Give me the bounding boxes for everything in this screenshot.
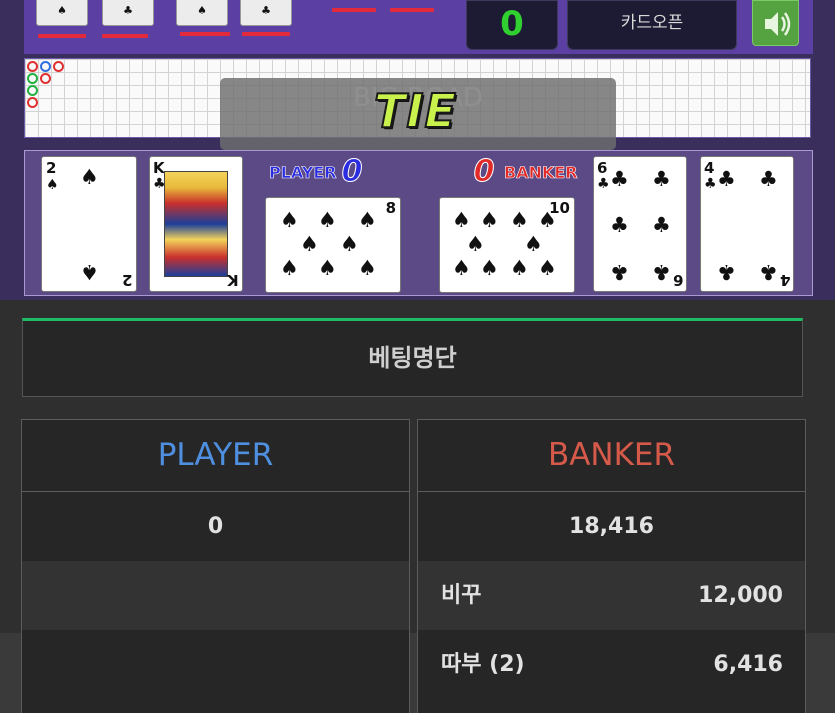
card-rank: 4 bbox=[779, 271, 790, 289]
previous-card-4: ♣ bbox=[240, 0, 292, 26]
player-bets-heading: PLAYER bbox=[22, 420, 409, 492]
spade-icon: ♠ bbox=[452, 208, 471, 232]
road-result-dot bbox=[27, 85, 38, 96]
sound-toggle-button[interactable] bbox=[752, 0, 799, 46]
banker-card-3: 4 ♣ ♣ ♣ ♣ ♣ 4 bbox=[700, 156, 794, 292]
club-icon: ♣ bbox=[597, 176, 610, 192]
spade-icon: ♠ bbox=[480, 208, 499, 232]
spade-icon: ♠ bbox=[510, 256, 529, 280]
banker-bets-heading: BANKER bbox=[418, 420, 805, 492]
spade-icon: ♠ bbox=[510, 208, 529, 232]
result-marker bbox=[332, 8, 376, 12]
previous-card-2: ♣ bbox=[102, 0, 154, 26]
club-icon: ♣ bbox=[610, 167, 629, 191]
player-label: PLAYER bbox=[269, 163, 337, 183]
club-icon: ♣ bbox=[759, 260, 778, 284]
player-score: 0 bbox=[341, 154, 363, 189]
spade-icon: ♠ bbox=[46, 177, 59, 193]
card-rank: 4 bbox=[704, 159, 715, 177]
card-table: 2 ♠ ♠ ♠ 2 K ♣ K PLAYER 0 8 ♠ ♠ ♠ ♠ ♠ ♠ ♠… bbox=[24, 150, 813, 296]
bet-amount: 12,000 bbox=[698, 583, 783, 608]
road-result-dot bbox=[40, 61, 51, 72]
card-rank: 2 bbox=[121, 271, 132, 289]
card-rank: K bbox=[153, 159, 165, 177]
card-rank: 2 bbox=[46, 159, 57, 177]
club-icon: ♣ bbox=[610, 213, 629, 237]
spade-icon: ♠ bbox=[524, 232, 543, 256]
card-rank: 6 bbox=[597, 159, 608, 177]
spade-icon: ♠ bbox=[466, 232, 485, 256]
banker-label: BANKER bbox=[504, 163, 578, 183]
result-marker bbox=[38, 34, 86, 38]
king-face-image bbox=[164, 171, 228, 277]
club-icon: ♣ bbox=[610, 260, 629, 284]
banker-bets-total-row: 18,416 bbox=[418, 492, 805, 561]
baccarat-game-area: ♠ ♣ ♠ ♣ 0 카드오픈 2 ♠ ♠ ♠ 2 K ♣ K PLAYER 0 … bbox=[0, 0, 835, 300]
player-card-2: K ♣ K bbox=[149, 156, 243, 292]
previous-card-3: ♠ bbox=[176, 0, 228, 26]
road-result-dot bbox=[27, 97, 38, 108]
club-icon: ♣ bbox=[652, 213, 671, 237]
spade-icon: ♠ bbox=[480, 256, 499, 280]
banker-card-2: 6 ♣ ♣ ♣ ♣ ♣ ♣ ♣ 6 bbox=[593, 156, 687, 292]
spade-icon: ♠ bbox=[318, 256, 337, 280]
card-open-button[interactable]: 카드오픈 bbox=[567, 0, 737, 50]
club-icon: ♣ bbox=[704, 176, 717, 192]
road-result-dot bbox=[53, 61, 64, 72]
banker-bets-total: 18,416 bbox=[569, 514, 654, 539]
player-bets-total-row: 0 bbox=[22, 492, 409, 561]
table-row: 비꾸 12,000 bbox=[418, 561, 805, 630]
card-rank: 6 bbox=[672, 271, 683, 289]
result-marker bbox=[390, 8, 434, 12]
spade-icon: ♠ bbox=[538, 256, 557, 280]
card-rank: 8 bbox=[385, 199, 396, 217]
club-icon: ♣ bbox=[717, 260, 736, 284]
bet-amount: 6,416 bbox=[713, 652, 783, 677]
tie-result-banner: TIE bbox=[373, 83, 457, 139]
spade-icon: ♠ bbox=[358, 208, 377, 232]
table-row bbox=[22, 630, 409, 699]
table-row: 따부 (2) 6,416 bbox=[418, 630, 805, 699]
previous-card-1: ♠ bbox=[36, 0, 88, 26]
table-row bbox=[22, 561, 409, 630]
bettor-name: 비꾸 bbox=[441, 583, 482, 608]
spade-icon: ♠ bbox=[80, 165, 99, 189]
banker-card-1: 10 ♠ ♠ ♠ ♠ ♠ ♠ ♠ ♠ ♠ ♠ bbox=[439, 197, 575, 293]
road-result-dot bbox=[40, 73, 51, 84]
spade-icon: ♠ bbox=[358, 256, 377, 280]
result-marker bbox=[180, 32, 230, 36]
club-icon: ♣ bbox=[717, 167, 736, 191]
road-result-dot bbox=[27, 73, 38, 84]
round-count-display: 0 bbox=[466, 0, 558, 50]
spade-icon: ♠ bbox=[452, 256, 471, 280]
bettor-name: 따부 (2) bbox=[441, 652, 525, 677]
speaker-icon bbox=[765, 12, 791, 36]
club-icon: ♣ bbox=[652, 167, 671, 191]
player-bets-total: 0 bbox=[207, 514, 224, 539]
club-icon: ♣ bbox=[652, 260, 671, 284]
spade-icon: ♠ bbox=[340, 232, 359, 256]
banker-score: 0 bbox=[473, 154, 495, 189]
card-rank: K bbox=[227, 271, 239, 289]
player-card-3: 8 ♠ ♠ ♠ ♠ ♠ ♠ ♠ ♠ bbox=[265, 197, 401, 293]
spade-icon: ♠ bbox=[80, 260, 99, 284]
spade-icon: ♠ bbox=[300, 232, 319, 256]
spade-icon: ♠ bbox=[318, 208, 337, 232]
player-bets-panel: PLAYER 0 bbox=[21, 419, 410, 713]
banker-bets-panel: BANKER 18,416 비꾸 12,000 따부 (2) 6,416 bbox=[417, 419, 806, 713]
betting-list-title: 베팅명단 bbox=[22, 318, 803, 397]
player-card-1: 2 ♠ ♠ ♠ 2 bbox=[41, 156, 137, 292]
club-icon: ♣ bbox=[759, 167, 778, 191]
road-result-dot bbox=[27, 61, 38, 72]
result-marker bbox=[242, 32, 290, 36]
spade-icon: ♠ bbox=[280, 208, 299, 232]
result-marker bbox=[102, 34, 148, 38]
spade-icon: ♠ bbox=[538, 208, 557, 232]
spade-icon: ♠ bbox=[280, 256, 299, 280]
